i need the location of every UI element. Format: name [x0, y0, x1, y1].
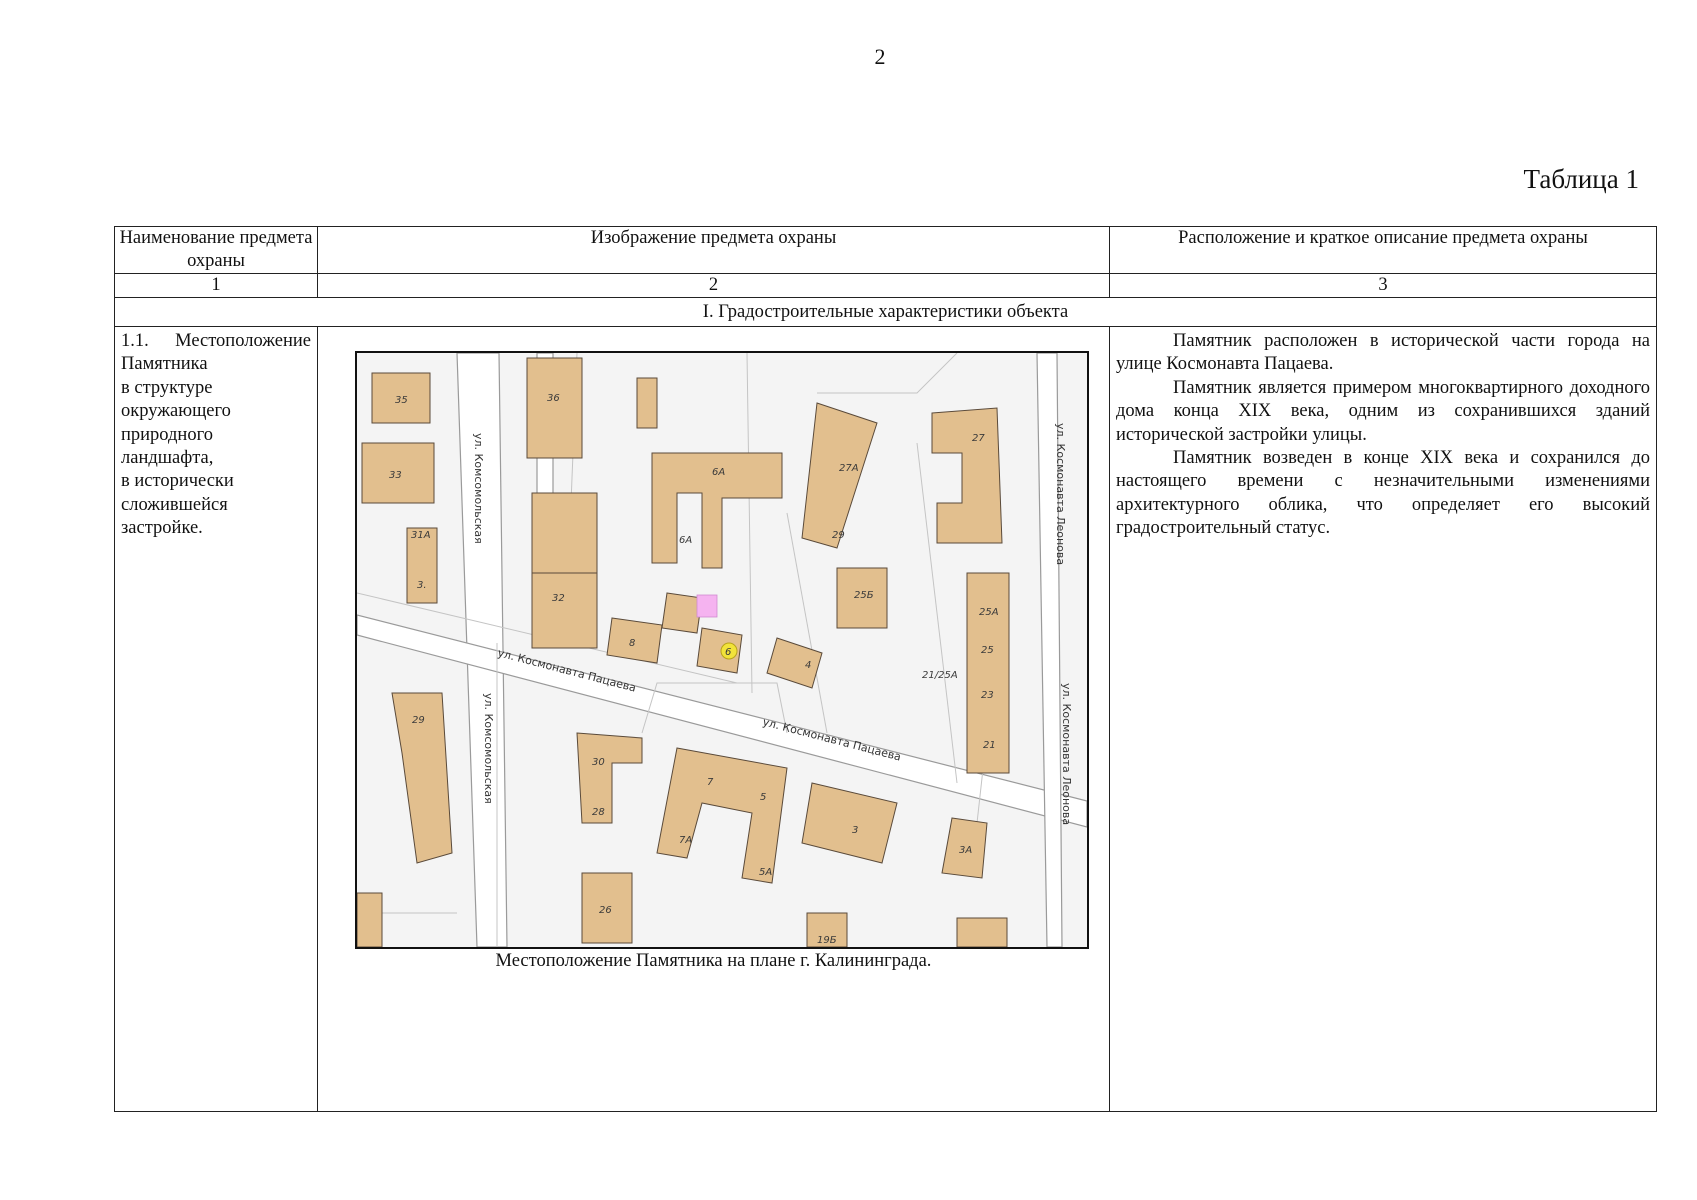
- building-number: 5А: [759, 867, 772, 878]
- building-number: 29: [412, 715, 425, 726]
- street-label: ул. Космонавта Леонова: [1054, 423, 1067, 565]
- building-number: 33: [389, 470, 402, 481]
- building-number: 30: [592, 757, 605, 768]
- building-36: [526, 357, 583, 459]
- header-description: Расположение и краткое описание предмета…: [1109, 226, 1657, 274]
- name-line: в исторически: [121, 471, 234, 492]
- building-number: 7: [707, 777, 714, 788]
- name-line: природного: [121, 424, 213, 445]
- building-number: 7А: [679, 835, 692, 846]
- street-label: ул. Космонавта Леонова: [1060, 683, 1073, 825]
- building-number: 8: [629, 638, 635, 649]
- table-caption: Таблица 1: [1523, 164, 1639, 194]
- name-line: в структуре: [121, 377, 213, 398]
- name-line: 1.1. Местоположение: [121, 331, 311, 351]
- column-number-row: 1 2 3: [114, 273, 1657, 298]
- building-number: 27А: [839, 463, 859, 474]
- building-number: 6А: [712, 467, 725, 478]
- monument-highlight: [696, 594, 718, 618]
- description-paragraph: Памятник является примером многоквартирн…: [1116, 377, 1650, 445]
- building-32: [531, 572, 598, 649]
- building-number: 29: [832, 530, 845, 541]
- building-number: 21/25А: [922, 670, 958, 681]
- building-number: 25: [981, 645, 994, 656]
- name-line: окружающего: [121, 401, 231, 422]
- name-line: сложившейся: [121, 494, 228, 515]
- building-number: 31А: [411, 530, 431, 541]
- building-number: 6: [725, 647, 731, 658]
- description-paragraph: Памятник расположен в исторической части…: [1116, 331, 1650, 375]
- building-number: 6А: [679, 535, 692, 546]
- building-number: 3А: [959, 845, 972, 856]
- name-line: ландшафта,: [121, 448, 214, 469]
- building-32-north: [531, 492, 598, 584]
- section-row: I. Градостроительные характеристики объе…: [114, 297, 1657, 327]
- building-number: 3.: [417, 580, 427, 591]
- building-number: 4: [805, 660, 811, 671]
- column-number: 1: [114, 273, 318, 298]
- building-number: 35: [395, 395, 408, 406]
- page-number: 2: [874, 44, 886, 69]
- street-label: ул. Комсомольская: [472, 433, 485, 544]
- protection-subject-name: 1.1. Местоположение Памятника в структур…: [114, 326, 318, 1112]
- protection-table: Наименование предмета охраны Изображение…: [114, 226, 1657, 1112]
- building-number: 28: [592, 807, 605, 818]
- building-number: 19Б: [817, 935, 837, 946]
- city-plan-map: ул. Комсомольская ул. Комсомольская ул. …: [357, 353, 1087, 947]
- building-number: 25Б: [854, 590, 874, 601]
- building-number: 5: [760, 792, 766, 803]
- building-number: 25А: [979, 607, 999, 618]
- header-name: Наименование предмета охраны: [114, 226, 318, 274]
- header-row: Наименование предмета охраны Изображение…: [114, 226, 1657, 274]
- building-number: 27: [972, 433, 985, 444]
- header-image: Изображение предмета охраны: [317, 226, 1110, 274]
- section-title: I. Градостроительные характеристики объе…: [114, 297, 1657, 327]
- street-label: ул. Комсомольская: [482, 693, 495, 804]
- map-caption: Местоположение Памятника на плане г. Кал…: [495, 951, 932, 971]
- protection-subject-description: Памятник расположен в исторической части…: [1109, 326, 1657, 1112]
- building-number: 23: [981, 690, 994, 701]
- name-line: Памятника: [121, 354, 208, 375]
- column-number: 2: [317, 273, 1110, 298]
- protection-subject-image-cell: ул. Комсомольская ул. Комсомольская ул. …: [317, 326, 1110, 1112]
- name-line: застройке.: [121, 518, 203, 539]
- building-number: 26: [599, 905, 612, 916]
- building-number: 36: [547, 393, 560, 404]
- building-number: 3: [852, 825, 858, 836]
- building-number: 32: [552, 593, 565, 604]
- location-map: ул. Комсомольская ул. Комсомольская ул. …: [355, 351, 1089, 949]
- description-paragraph: Памятник возведен в конце XIX века и сох…: [1116, 448, 1650, 539]
- column-number: 3: [1109, 273, 1657, 298]
- table-row: 1.1. Местоположение Памятника в структур…: [114, 326, 1657, 1112]
- building-8-annex: [661, 592, 703, 634]
- building-number: 21: [983, 740, 996, 751]
